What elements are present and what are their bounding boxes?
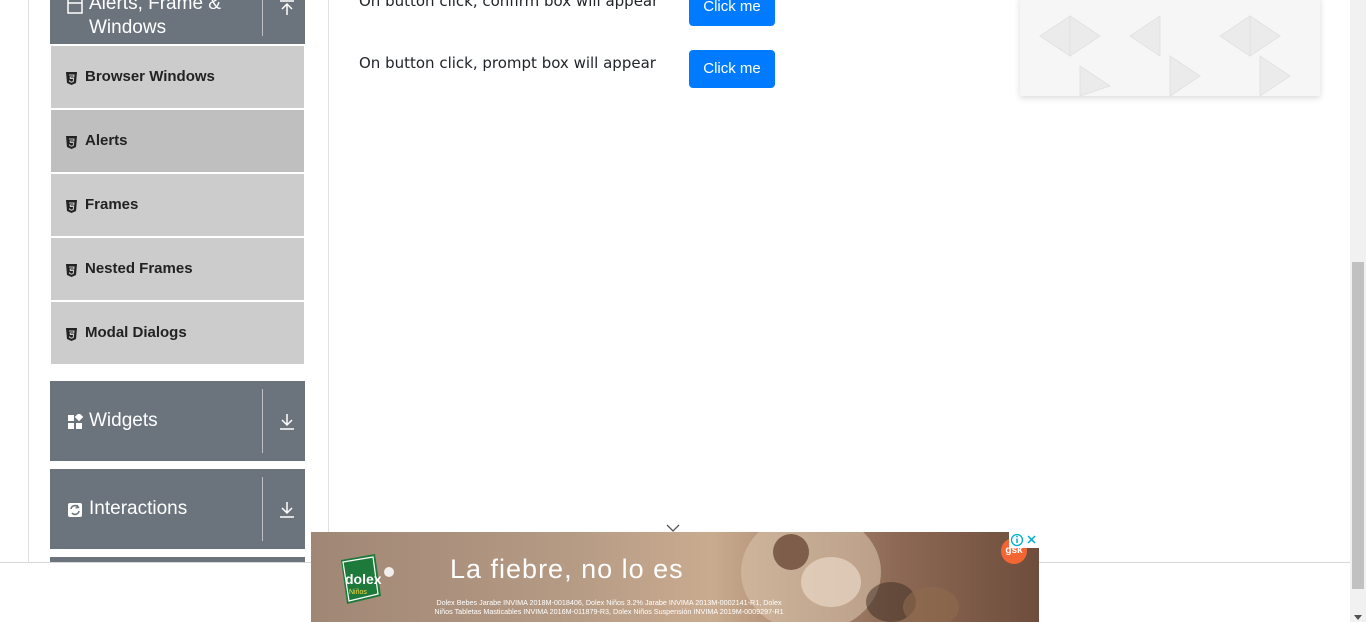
group-header-interactions[interactable]: Interactions: [50, 469, 305, 549]
ad-legal-line: Niños Tabletas Masticables INVIMA 2016M-…: [434, 607, 784, 616]
sidebar-item-label: Browser Windows: [85, 68, 215, 85]
group-title: Alerts, Frame & Windows: [89, 0, 221, 38]
html5-icon: [66, 134, 77, 149]
group-header-alerts-frame-windows[interactable]: Alerts, Frame & Windows: [50, 0, 305, 44]
html5-icon: [66, 70, 77, 85]
expand-down-icon[interactable]: [278, 501, 296, 519]
ad-legal-text: Dolex Bebes Jarabe INVIMA 2018M-0018406,…: [389, 598, 829, 616]
sidebar-item-alerts[interactable]: Alerts: [51, 110, 304, 172]
ad-choices-controls[interactable]: [1009, 532, 1039, 548]
sidebar-item-label: Modal Dialogs: [85, 324, 187, 341]
ad-legal-line: Dolex Bebes Jarabe INVIMA 2018M-0018406,…: [436, 598, 782, 607]
scrollbar-thumb[interactable]: [1352, 262, 1364, 589]
confirm-button[interactable]: Click me: [689, 0, 775, 26]
html5-icon: [66, 198, 77, 213]
chevron-down-icon[interactable]: [665, 518, 681, 532]
sidebar-divider: [328, 0, 329, 562]
scroll-down-arrow-icon[interactable]: [1353, 607, 1363, 620]
svg-text:Niños: Niños: [349, 589, 367, 596]
sidebar-item-browser-windows[interactable]: Browser Windows: [51, 46, 304, 108]
sidebar-item-label: Alerts: [85, 132, 128, 149]
ad-pattern: [1039, 15, 1291, 96]
expand-down-icon[interactable]: [278, 413, 296, 431]
group-separator: [262, 389, 263, 453]
group-title: Widgets: [89, 410, 158, 431]
group-header-widgets[interactable]: Widgets: [50, 381, 305, 461]
ad-headline: La fiebre, no lo es: [450, 554, 684, 584]
sidebar-item-frames[interactable]: Frames: [51, 174, 304, 236]
left-border: [28, 0, 29, 562]
collapse-up-icon[interactable]: [278, 0, 296, 16]
page: Alerts, Frame & Windows Browser Windows …: [0, 0, 1366, 622]
group-separator: [262, 477, 263, 541]
html5-icon: [66, 262, 77, 277]
sidebar-item-nested-frames[interactable]: Nested Frames: [51, 238, 304, 300]
confirm-row-text: On button click, confirm box will appear: [359, 0, 659, 10]
group-title: Interactions: [89, 498, 188, 519]
widgets-icon: [67, 412, 84, 430]
interactions-icon: [67, 502, 83, 518]
sidebar-item-modal-dialogs[interactable]: Modal Dialogs: [51, 302, 304, 364]
group-separator: [262, 0, 263, 36]
sidebar-item-label: Nested Frames: [85, 260, 193, 277]
sidebar-item-label: Frames: [85, 196, 139, 213]
prompt-button[interactable]: Click me: [689, 50, 775, 88]
banner-ad[interactable]: dolex Niños La fiebre, no lo es Dolex Be…: [311, 532, 1039, 622]
html5-icon: [66, 326, 77, 341]
side-ad[interactable]: [1020, 0, 1320, 96]
prompt-row-text: On button click, prompt box will appear: [359, 54, 656, 72]
window-icon: [67, 0, 83, 14]
vertical-scrollbar[interactable]: [1350, 0, 1366, 622]
svg-text:dolex: dolex: [345, 571, 382, 587]
